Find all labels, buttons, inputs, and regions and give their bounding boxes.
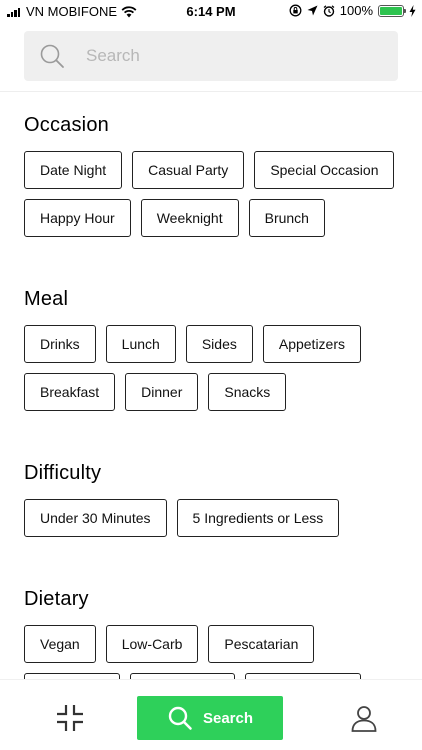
search-bar[interactable]	[24, 31, 398, 81]
tab-bar: Search	[0, 679, 422, 750]
section-occasion: Occasion Date Night Casual Party Special…	[24, 113, 404, 237]
section-title-difficulty: Difficulty	[24, 462, 102, 484]
grid-icon[interactable]	[56, 704, 84, 732]
search-icon	[40, 44, 64, 68]
chip-under-30-minutes[interactable]: Under 30 Minutes	[24, 499, 167, 537]
chip-pescatarian[interactable]: Pescatarian	[208, 625, 315, 663]
chip-drinks[interactable]: Drinks	[24, 325, 96, 363]
chip-lunch[interactable]: Lunch	[105, 325, 176, 363]
chip-casual-party[interactable]: Casual Party	[132, 151, 245, 189]
chip-vegan[interactable]: Vegan	[24, 625, 96, 663]
chip-sides[interactable]: Sides	[185, 325, 253, 363]
screen-lock-icon	[289, 4, 302, 17]
chip-dinner[interactable]: Dinner	[125, 373, 199, 411]
section-title-occasion: Occasion	[24, 114, 109, 136]
section-difficulty: Difficulty Under 30 Minutes 5 Ingredient…	[24, 461, 404, 537]
chip-appetizers[interactable]: Appetizers	[262, 325, 362, 363]
status-bar: VN MOBIFONE 6:14 PM 100%	[0, 0, 422, 24]
search-input[interactable]	[86, 46, 366, 66]
tab-search-label: Search	[202, 709, 254, 727]
chip-group-dietary: Vegan Low-Carb Pescatarian	[24, 625, 404, 679]
chip-group-occasion: Date Night Casual Party Special Occasion…	[24, 151, 404, 237]
alarm-icon	[323, 4, 335, 17]
chip-date-night[interactable]: Date Night	[24, 151, 123, 189]
section-dietary: Dietary Vegan Low-Carb Pescatarian	[24, 587, 404, 679]
search-icon	[168, 706, 192, 730]
chip-special-occasion[interactable]: Special Occasion	[254, 151, 395, 189]
status-right: 100%	[289, 3, 416, 18]
battery-icon	[378, 4, 406, 17]
tab-search-button[interactable]: Search	[137, 696, 283, 740]
section-meal: Meal Drinks Lunch Sides Appetizers Break…	[24, 287, 404, 411]
location-icon	[307, 5, 318, 16]
battery-percent: 100%	[339, 3, 373, 18]
section-title-dietary: Dietary	[24, 588, 89, 610]
battery-fill	[380, 6, 402, 15]
chip-snacks[interactable]: Snacks	[208, 373, 287, 411]
chip-breakfast[interactable]: Breakfast	[24, 373, 116, 411]
chip-group-meal: Drinks Lunch Sides Appetizers Breakfast …	[24, 325, 404, 411]
filter-list[interactable]: Occasion Date Night Casual Party Special…	[0, 92, 422, 679]
chip-brunch[interactable]: Brunch	[248, 199, 325, 237]
chip-weeknight[interactable]: Weeknight	[140, 199, 239, 237]
chip-5-ingredients-or-less[interactable]: 5 Ingredients or Less	[176, 499, 340, 537]
charging-bolt-icon	[409, 4, 416, 17]
chip-low-carb[interactable]: Low-Carb	[105, 625, 199, 663]
chip-group-difficulty: Under 30 Minutes 5 Ingredients or Less	[24, 499, 404, 537]
section-title-meal: Meal	[24, 288, 69, 310]
profile-icon[interactable]	[350, 704, 378, 732]
chip-happy-hour[interactable]: Happy Hour	[24, 199, 131, 237]
